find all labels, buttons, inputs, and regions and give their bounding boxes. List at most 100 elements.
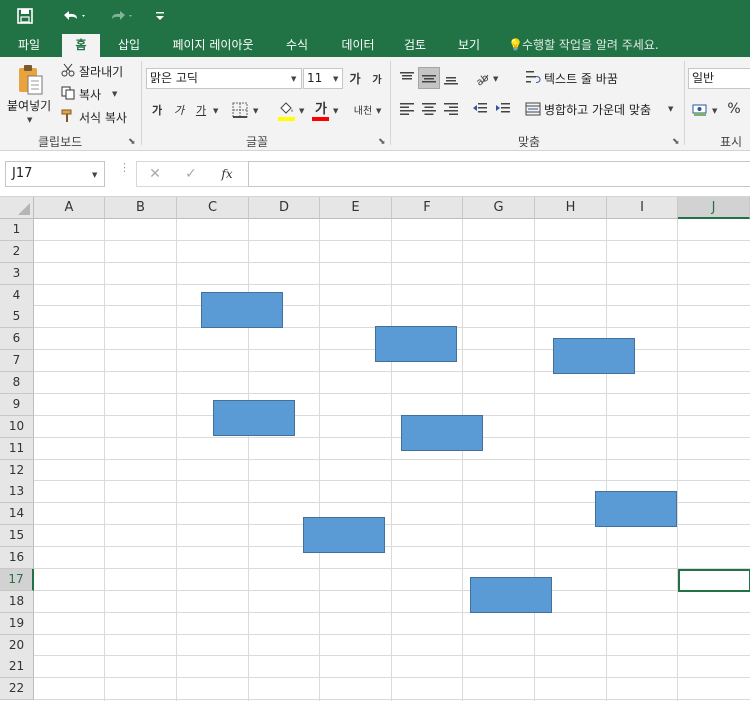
merge-center-button[interactable]: 병합하고 가운데 맞춤 xyxy=(544,101,651,118)
row-header-19[interactable]: 19 xyxy=(0,613,34,635)
row-header-17[interactable]: 17 xyxy=(0,569,34,591)
name-box-dropdown-icon[interactable]: ▼ xyxy=(92,171,97,179)
column-header-E[interactable]: E xyxy=(320,197,392,219)
bottom-align-icon[interactable] xyxy=(441,67,461,89)
accounting-format-icon[interactable] xyxy=(690,99,710,119)
row-header-15[interactable]: 15 xyxy=(0,525,34,547)
font-name-dropdown[interactable]: 맑은 고딕 xyxy=(146,68,302,89)
row-header-20[interactable]: 20 xyxy=(0,635,34,657)
paste-icon[interactable] xyxy=(10,63,50,97)
column-header-B[interactable]: B xyxy=(105,197,177,219)
formula-input[interactable] xyxy=(248,161,750,187)
tab-insert[interactable]: 삽입 xyxy=(106,34,152,57)
row-header-6[interactable]: 6 xyxy=(0,328,34,350)
rectangle-shape-8[interactable] xyxy=(470,577,552,613)
align-center-icon[interactable] xyxy=(419,99,439,119)
rectangle-shape-3[interactable] xyxy=(553,338,635,374)
italic-button[interactable]: 가 xyxy=(170,100,188,120)
tell-me-box[interactable]: 💡수행할 작업을 알려 주세요. xyxy=(508,34,659,57)
row-header-8[interactable]: 8 xyxy=(0,372,34,394)
row-header-12[interactable]: 12 xyxy=(0,460,34,482)
tab-data[interactable]: 데이터 xyxy=(330,34,386,57)
rectangle-shape-1[interactable] xyxy=(201,292,283,328)
tab-file[interactable]: 파일 xyxy=(6,34,52,57)
fill-color-icon[interactable] xyxy=(276,98,296,118)
column-header-D[interactable]: D xyxy=(249,197,320,219)
rectangle-shape-2[interactable] xyxy=(375,326,457,362)
copy-dropdown-icon[interactable]: ▼ xyxy=(112,90,117,98)
row-header-21[interactable]: 21 xyxy=(0,656,34,678)
underline-button[interactable]: 가 xyxy=(192,100,210,120)
row-header-18[interactable]: 18 xyxy=(0,591,34,613)
paste-button[interactable]: 붙여넣기 xyxy=(7,97,51,114)
row-header-13[interactable]: 13 xyxy=(0,481,34,503)
column-header-A[interactable]: A xyxy=(34,197,105,219)
customize-qat-icon[interactable] xyxy=(150,0,170,31)
rectangle-shape-6[interactable] xyxy=(595,491,677,527)
column-header-C[interactable]: C xyxy=(177,197,249,219)
row-header-7[interactable]: 7 xyxy=(0,350,34,372)
row-header-9[interactable]: 9 xyxy=(0,394,34,416)
merge-dropdown-icon[interactable]: ▼ xyxy=(668,105,673,113)
worksheet-grid[interactable]: ABCDEFGHIJ 1 2 3 4 5 6 7 8 9 10 11 12 13 14 15 16 17 18 19… xyxy=(0,197,750,701)
phonetic-dropdown-icon[interactable]: ▼ xyxy=(376,107,381,115)
column-header-G[interactable]: G xyxy=(463,197,535,219)
insert-function-icon[interactable]: fx xyxy=(216,165,238,183)
undo-icon[interactable] xyxy=(56,0,92,31)
wrap-text-button[interactable]: 텍스트 줄 바꿈 xyxy=(544,70,618,87)
row-header-3[interactable]: 3 xyxy=(0,263,34,285)
active-cell-J17[interactable] xyxy=(678,569,750,592)
column-header-I[interactable]: I xyxy=(607,197,678,219)
font-launcher-icon[interactable]: ⬊ xyxy=(378,137,386,147)
alignment-launcher-icon[interactable]: ⬊ xyxy=(672,137,680,147)
enter-icon[interactable]: ✓ xyxy=(180,165,202,183)
rectangle-shape-4[interactable] xyxy=(213,400,295,436)
top-align-icon[interactable] xyxy=(397,67,417,89)
name-box[interactable]: J17 xyxy=(5,161,105,187)
orientation-dropdown-icon[interactable]: ▼ xyxy=(493,75,498,83)
row-header-11[interactable]: 11 xyxy=(0,438,34,460)
tab-home[interactable]: 홈 xyxy=(62,34,100,57)
number-format-dropdown[interactable]: 일반 xyxy=(688,68,750,89)
accounting-dropdown-icon[interactable]: ▼ xyxy=(712,107,717,115)
select-all-corner[interactable] xyxy=(0,197,34,219)
row-header-14[interactable]: 14 xyxy=(0,503,34,525)
font-color-button[interactable]: 가 xyxy=(312,97,330,117)
phonetic-button[interactable]: 내천 xyxy=(352,98,374,120)
paste-dropdown-icon[interactable]: ▼ xyxy=(27,116,32,124)
shrink-font-button[interactable]: 가 xyxy=(368,68,386,89)
redo-icon[interactable] xyxy=(103,0,139,31)
row-header-22[interactable]: 22 xyxy=(0,678,34,700)
grow-font-button[interactable]: 가 xyxy=(346,68,364,89)
row-header-5[interactable]: 5 xyxy=(0,306,34,328)
cut-button[interactable]: 잘라내기 xyxy=(79,63,123,80)
underline-dropdown-icon[interactable]: ▼ xyxy=(213,107,218,115)
rectangle-shape-5[interactable] xyxy=(401,415,483,451)
format-painter-button[interactable]: 서식 복사 xyxy=(79,109,127,126)
tab-view[interactable]: 보기 xyxy=(446,34,492,57)
border-dropdown-icon[interactable]: ▼ xyxy=(253,107,258,115)
font-color-dropdown-icon[interactable]: ▼ xyxy=(333,107,338,115)
border-icon[interactable] xyxy=(230,100,250,120)
bold-button[interactable]: 가 xyxy=(148,100,166,120)
row-header-2[interactable]: 2 xyxy=(0,241,34,263)
middle-align-icon[interactable] xyxy=(418,67,440,89)
row-header-16[interactable]: 16 xyxy=(0,547,34,569)
tab-review[interactable]: 검토 xyxy=(394,34,436,57)
tab-formulas[interactable]: 수식 xyxy=(274,34,320,57)
rectangle-shape-7[interactable] xyxy=(303,517,385,553)
clipboard-launcher-icon[interactable]: ⬊ xyxy=(128,137,136,147)
decrease-indent-icon[interactable] xyxy=(470,99,490,119)
fill-color-dropdown-icon[interactable]: ▼ xyxy=(299,107,304,115)
increase-indent-icon[interactable] xyxy=(493,99,513,119)
align-left-icon[interactable] xyxy=(397,99,417,119)
copy-button[interactable]: 복사 xyxy=(79,86,101,103)
row-header-4[interactable]: 4 xyxy=(0,285,34,307)
formula-bar-grip-icon[interactable]: ⋮ xyxy=(119,162,130,173)
tab-page-layout[interactable]: 페이지 레이아웃 xyxy=(160,34,266,57)
column-header-F[interactable]: F xyxy=(392,197,463,219)
column-header-J[interactable]: J xyxy=(678,197,750,219)
orientation-icon[interactable]: ab xyxy=(472,67,492,89)
cancel-icon[interactable]: ✕ xyxy=(144,165,166,183)
save-icon[interactable] xyxy=(10,0,40,31)
